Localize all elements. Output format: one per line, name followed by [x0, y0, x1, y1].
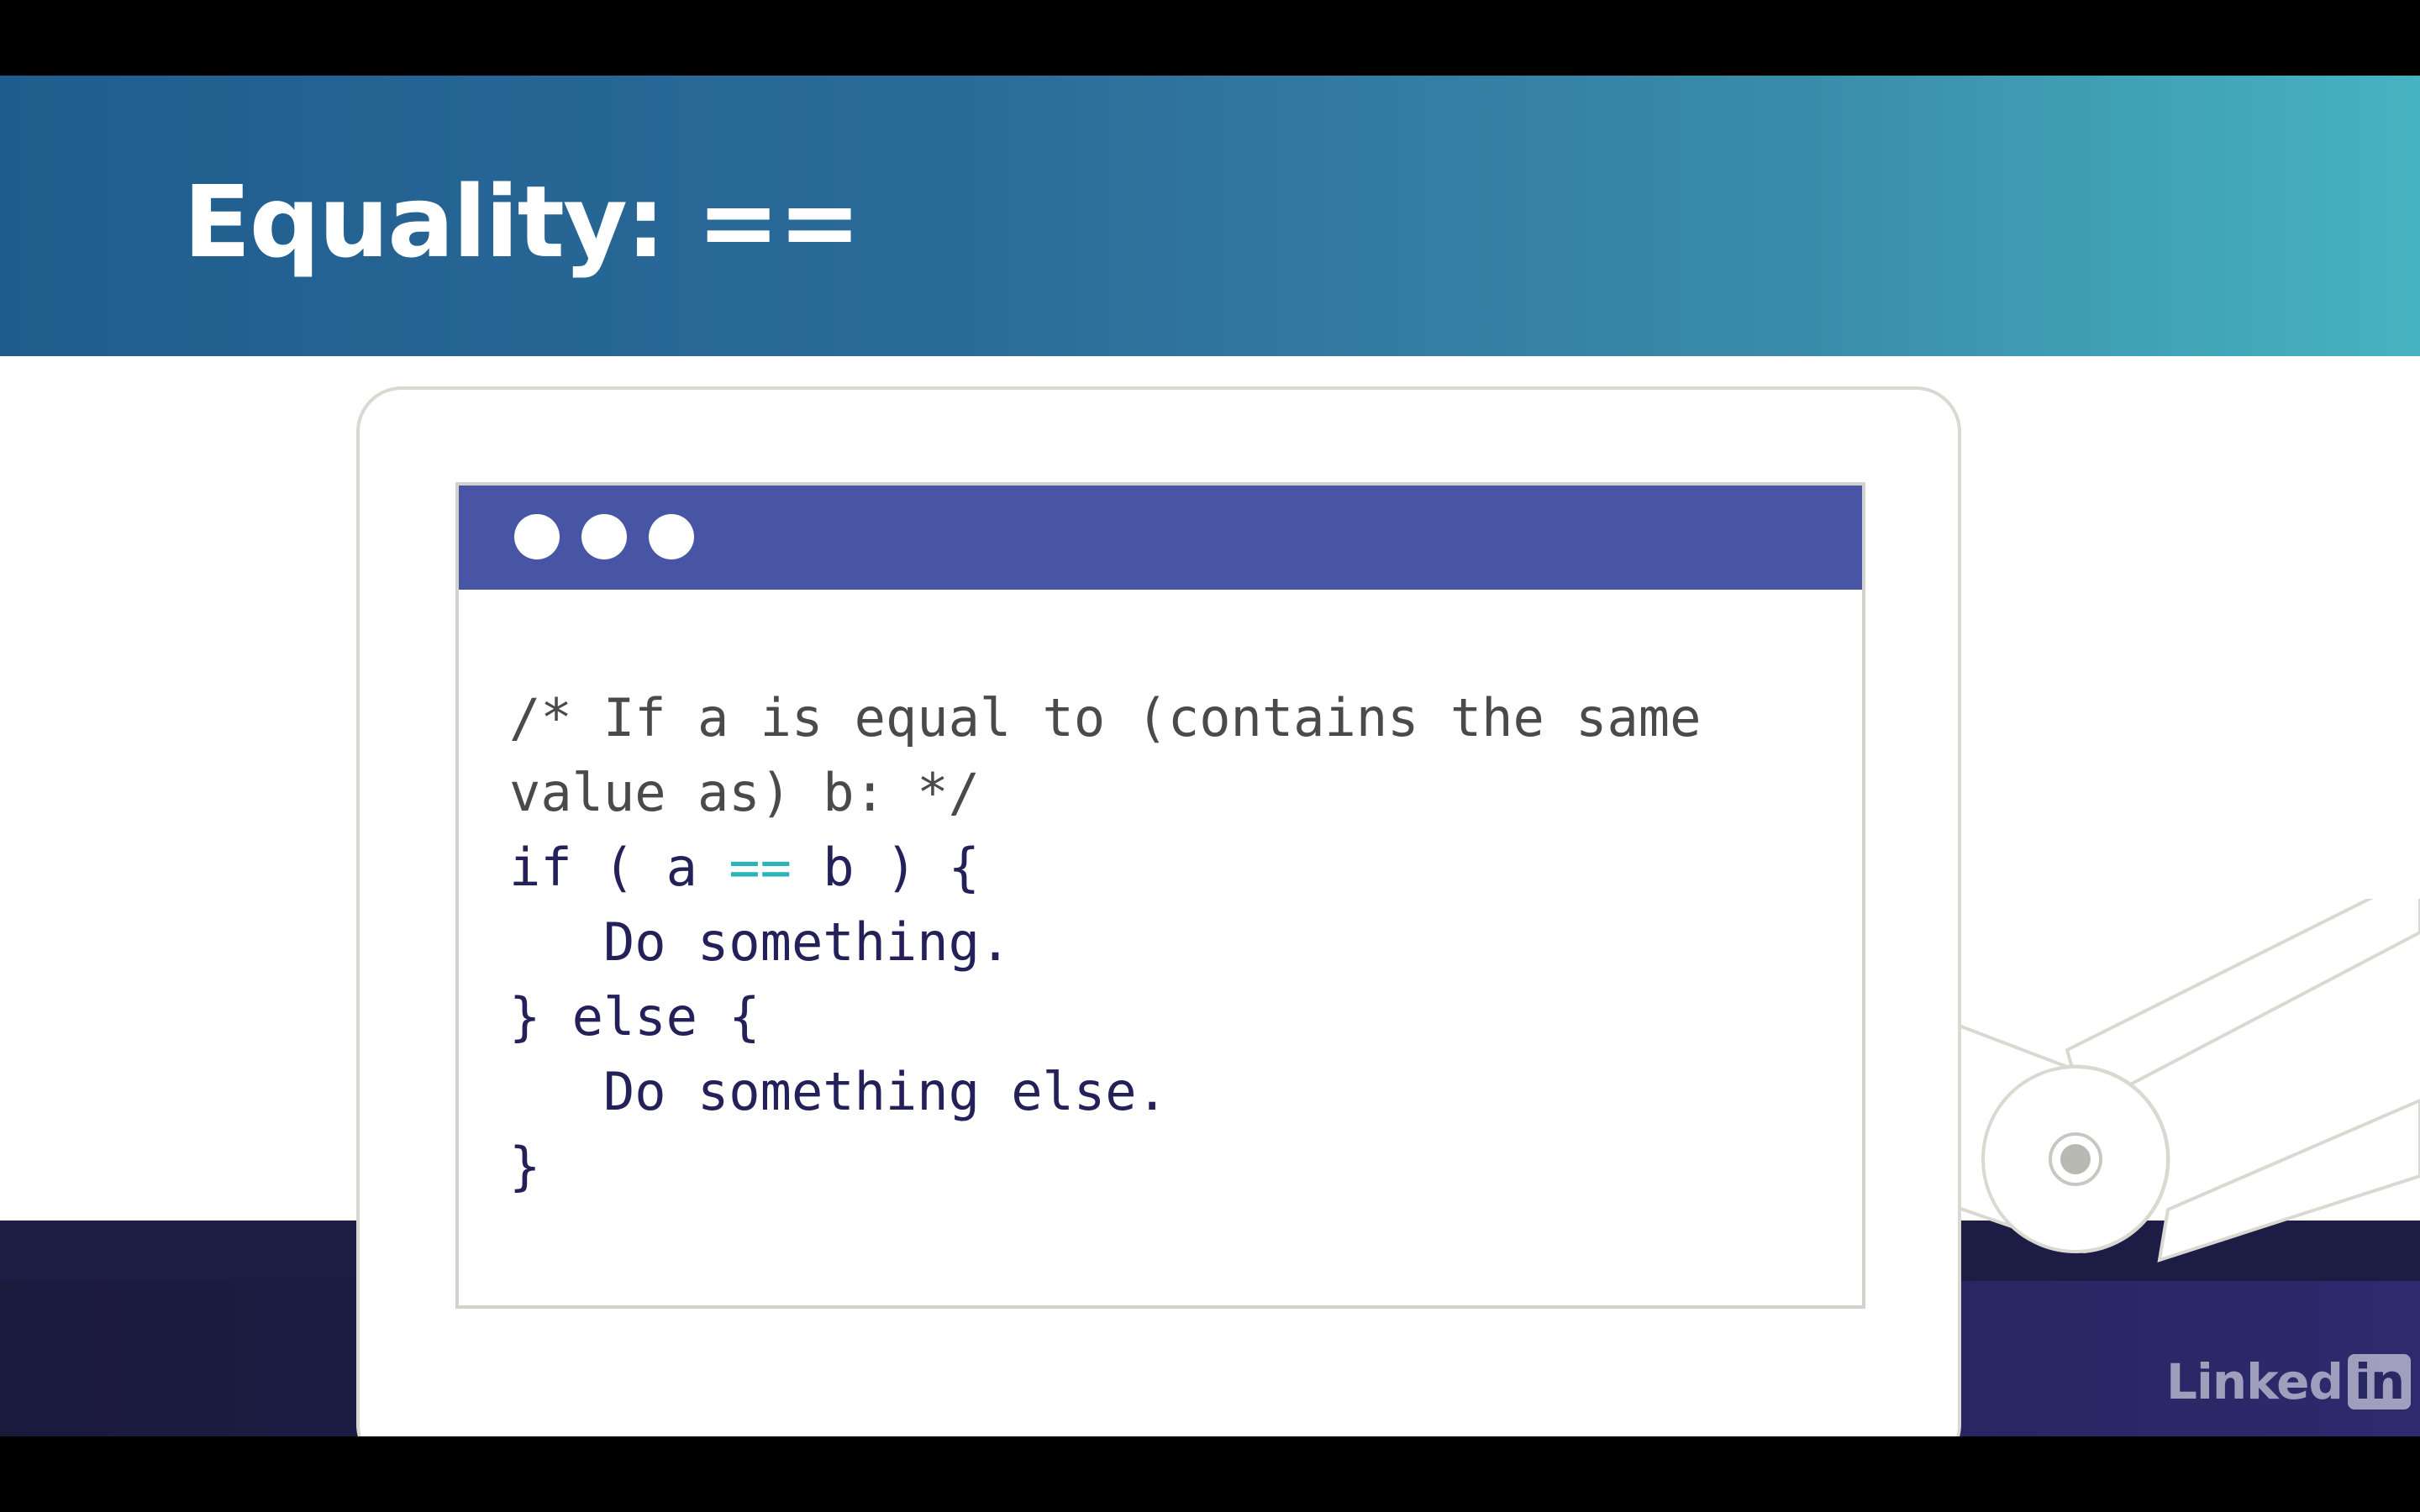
slide: Equality: == /* If a is equal to (contai…: [0, 76, 2420, 1436]
window-dot-icon: [649, 514, 694, 559]
window-dot-icon: [514, 514, 560, 559]
window-dot-icon: [581, 514, 627, 559]
code-line-do-something-else: Do something else.: [509, 1061, 1168, 1122]
code-line-comment-1: /* If a is equal to (contains the same: [509, 687, 1702, 748]
code-block: /* If a is equal to (contains the same va…: [509, 680, 1701, 1204]
header-band: Equality: ==: [0, 76, 2420, 356]
code-line-else: } else {: [509, 986, 760, 1047]
code-line-close: }: [509, 1136, 541, 1197]
equality-operator: ==: [729, 837, 792, 898]
slide-title: Equality: ==: [183, 164, 861, 280]
code-line-comment-2: value as) b: */: [509, 762, 980, 823]
linkedin-logo: Linked in: [2166, 1352, 2412, 1411]
window-title-bar: [459, 486, 1862, 590]
linkedin-logo-text: Linked: [2166, 1353, 2344, 1410]
code-window: /* If a is equal to (contains the same va…: [455, 482, 1865, 1309]
code-if-end: b ) {: [791, 837, 980, 898]
code-line-if: if ( a == b ) {: [509, 830, 1701, 905]
code-if-start: if ( a: [509, 837, 729, 898]
code-line-do-something: Do something.: [509, 911, 1012, 973]
linkedin-in-badge-icon: in: [2348, 1354, 2412, 1410]
device-stand-arm-illustration: [1891, 899, 2420, 1263]
